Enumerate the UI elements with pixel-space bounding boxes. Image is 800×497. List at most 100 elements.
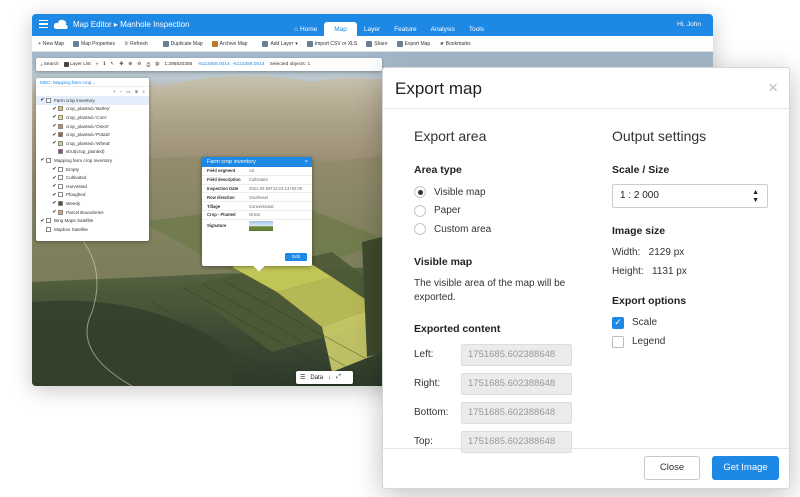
refresh-button[interactable]: ↻ Refresh [124, 41, 148, 47]
breadcrumb-map[interactable]: Manhole Inspection [120, 20, 189, 29]
radio-indicator[interactable] [414, 204, 426, 217]
right-label: Right: [414, 378, 441, 389]
globe-icon[interactable]: ◍ [155, 62, 159, 67]
checkmark-icon[interactable]: ✔ [52, 114, 57, 120]
layer-item[interactable]: ✔ Harvested [36, 182, 149, 191]
chevrons-icon[interactable]: » [96, 62, 99, 67]
layer-list-button[interactable]: Layer List [63, 62, 91, 67]
layer-item[interactable]: ✔ Bing Maps Satellite [36, 216, 149, 225]
download-icon[interactable]: ↓ [328, 375, 331, 381]
zoom-in-icon[interactable]: ⊕ [128, 62, 132, 67]
bottom-input[interactable]: 1751685.602388648 [461, 401, 572, 424]
zoom-layer-icon[interactable]: ⊕ [135, 89, 139, 95]
duplicate-map-button[interactable]: Duplicate Map [162, 40, 203, 47]
checkmark-icon[interactable]: ✔ [52, 140, 57, 146]
layer-item[interactable]: ✔ Parcel Bounderies [36, 208, 149, 217]
tab-layer[interactable]: Layer [357, 22, 387, 36]
attribute-value: Conventional [249, 203, 274, 209]
tab-feature[interactable]: Feature [387, 22, 423, 36]
popup-attribute-row: Tillage Conventional [202, 202, 312, 211]
checkmark-icon[interactable]: ✔ [52, 175, 57, 181]
bookmarks-button[interactable]: ★ Bookmarks [439, 41, 471, 47]
layer-item[interactable]: ✔ crop_planted='Wheat' [36, 139, 149, 148]
data-label[interactable]: Data [310, 375, 323, 381]
map-properties-button[interactable]: Map Properties [73, 40, 115, 47]
get-image-button[interactable]: Get Image [712, 456, 779, 480]
layer-search-icon[interactable]: ⌕ [142, 89, 145, 94]
pointer-icon[interactable]: ↖ [110, 62, 114, 67]
add-layer-icon[interactable]: + [113, 89, 116, 94]
scale-checkbox-row[interactable]: ✓ Scale [612, 313, 777, 332]
popup-header: Farm crop inventory × [202, 157, 312, 167]
user-menu[interactable]: Hi, John [677, 21, 701, 28]
legend-checkbox-row[interactable]: Legend [612, 332, 777, 351]
search-button[interactable]: ⌕ Search [40, 62, 59, 68]
layer-item[interactable]: ✔ crop_planted='Onion' [36, 122, 149, 131]
radio-indicator[interactable] [414, 186, 426, 199]
legend-checkbox[interactable] [612, 335, 624, 348]
checkmark-icon[interactable]: ✔ [40, 218, 45, 224]
radio-visible-map[interactable]: Visible map [414, 183, 584, 202]
expand-icon[interactable]: ⤢ [336, 374, 341, 381]
layer-item[interactable]: strut(crop_planted) [36, 148, 149, 157]
layer-item[interactable]: ✔ crop_planted='Barley' [36, 105, 149, 114]
layer-item[interactable]: Mapbox Satellite [36, 225, 149, 234]
checkmark-icon[interactable]: ✔ [40, 157, 45, 163]
checkmark-icon[interactable]: ✔ [52, 106, 57, 112]
folder-icon[interactable]: ▭ [126, 89, 130, 95]
new-map-button[interactable]: + New Map [38, 41, 64, 47]
scale-checkbox[interactable]: ✓ [612, 316, 624, 329]
checkmark-icon[interactable]: ✔ [52, 132, 57, 138]
checkmark-icon[interactable]: ✔ [52, 123, 57, 129]
layer-label: Harvested [66, 183, 87, 189]
tab-map[interactable]: Map [324, 22, 357, 36]
tab-home[interactable]: ⌂ Home [287, 22, 324, 36]
remove-layer-icon[interactable]: − [120, 89, 123, 94]
edit-button[interactable]: Edit [285, 253, 307, 261]
scale-readout: 1:295820355 [164, 62, 193, 67]
layer-swatch-icon [58, 106, 63, 112]
checkmark-icon[interactable]: ✔ [52, 166, 57, 172]
radio-custom-area[interactable]: Custom area [414, 220, 584, 239]
print-icon[interactable]: ⎙ [146, 62, 150, 68]
layer-item[interactable]: ✔ Ploughed [36, 191, 149, 200]
plus-icon: + [38, 40, 41, 47]
close-button[interactable]: Close [644, 456, 700, 480]
checkmark-icon[interactable]: ✔ [52, 200, 57, 206]
breadcrumb-app[interactable]: Map Editor [73, 20, 112, 29]
data-table-icon[interactable]: ☰ [300, 374, 305, 381]
archive-map-button[interactable]: Archive Map [211, 40, 247, 47]
layer-item[interactable]: ✔ Empty [36, 165, 149, 174]
tab-analysis[interactable]: Analysis [424, 22, 462, 36]
add-layer-button[interactable]: Add Layer ▾ [262, 40, 298, 47]
layer-item[interactable]: ✔ crop_planted='Potato' [36, 130, 149, 139]
checkmark-icon[interactable]: ✔ [40, 97, 45, 103]
layer-item[interactable]: ✔ crop_planted='Corn' [36, 113, 149, 122]
duplicate-map-label: Duplicate Map [170, 40, 203, 47]
checkmark-icon[interactable]: ✔ [52, 183, 57, 189]
tab-tools[interactable]: Tools [462, 22, 491, 36]
import-csv-button[interactable]: Import CSV or XLS [306, 40, 357, 47]
zoom-out-icon[interactable]: ⊖ [137, 62, 141, 67]
radio-indicator[interactable] [414, 223, 426, 236]
radio-paper[interactable]: Paper [414, 202, 584, 221]
export-map-button[interactable]: Export Map [396, 40, 430, 47]
share-button[interactable]: Share [366, 40, 388, 47]
scale-select[interactable]: 1 : 2 000 ▲ ▼ [612, 184, 768, 208]
checkmark-icon[interactable]: ✔ [52, 192, 57, 198]
close-icon[interactable]: × [305, 157, 308, 167]
checkmark-icon[interactable]: ✔ [52, 209, 57, 215]
left-input[interactable]: 1751685.602388648 [461, 343, 572, 366]
info-icon[interactable]: ℹ [103, 62, 105, 67]
area-type-label: Area type [414, 164, 462, 176]
menu-icon[interactable] [39, 20, 48, 29]
close-icon[interactable]: × [768, 78, 778, 98]
signature-image[interactable] [249, 220, 273, 231]
right-input[interactable]: 1751685.602388648 [461, 372, 572, 395]
layer-item[interactable]: ✔ Mapping farm crop inventory [36, 156, 149, 165]
layer-item[interactable]: ✔ Weedy [36, 199, 149, 208]
layer-item[interactable]: ✔ Farm crop inventory [36, 96, 149, 105]
layer-item[interactable]: ✔ Cultivated [36, 173, 149, 182]
layer-label: Ploughed [66, 192, 86, 198]
pan-icon[interactable]: ✥ [119, 62, 123, 67]
